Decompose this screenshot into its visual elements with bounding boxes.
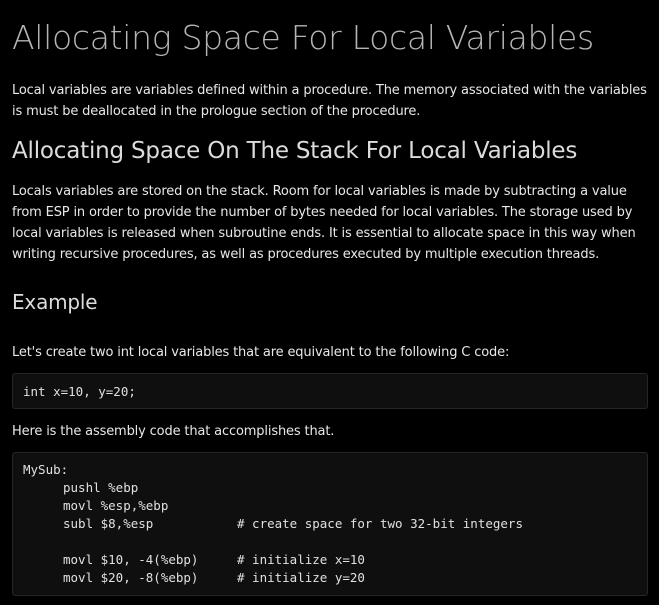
asm-instruction: movl %esp,%ebp	[63, 498, 169, 513]
assembly-code-block: MySub: pushl %ebp movl %esp,%ebp subl $8…	[12, 452, 648, 596]
asm-line: pushl %ebp	[23, 479, 637, 497]
example-lead-paragraph: Let's create two int local variables tha…	[12, 345, 510, 360]
asm-line: movl %esp,%ebp	[23, 497, 637, 515]
asm-line: subl $8,%esp # create space for two 32-bi…	[23, 515, 637, 533]
asm-instruction: subl $8,%esp	[63, 516, 154, 531]
c-code-line: int x=10, y=20;	[23, 384, 136, 399]
asm-line: movl $10, -4(%ebp) # initialize x=10	[23, 551, 637, 569]
stack-paragraph: Locals variables are stored on the stack…	[12, 184, 636, 262]
assembly-lead-paragraph: Here is the assembly code that accomplis…	[12, 424, 335, 439]
asm-instruction: pushl %ebp	[63, 480, 139, 495]
section-heading-example: Example	[12, 290, 98, 314]
intro-paragraph: Local variables are variables defined wi…	[12, 83, 647, 119]
asm-label: MySub:	[23, 462, 69, 477]
page-title: Allocating Space For Local Variables	[12, 18, 594, 57]
c-code-block: int x=10, y=20;	[12, 373, 648, 409]
section-heading-stack: Allocating Space On The Stack For Local …	[12, 138, 578, 164]
asm-line: movl $20, -8(%ebp) # initialize y=20	[23, 569, 637, 587]
asm-comment: # initialize y=20	[237, 570, 365, 585]
asm-comment: # create space for two 32-bit integers	[237, 516, 523, 531]
document-page: Allocating Space For Local Variables Loc…	[0, 0, 659, 605]
asm-comment: # initialize x=10	[237, 552, 365, 567]
asm-line	[23, 533, 637, 551]
asm-instruction: movl $20, -8(%ebp)	[63, 570, 199, 585]
asm-instruction: movl $10, -4(%ebp)	[63, 552, 199, 567]
